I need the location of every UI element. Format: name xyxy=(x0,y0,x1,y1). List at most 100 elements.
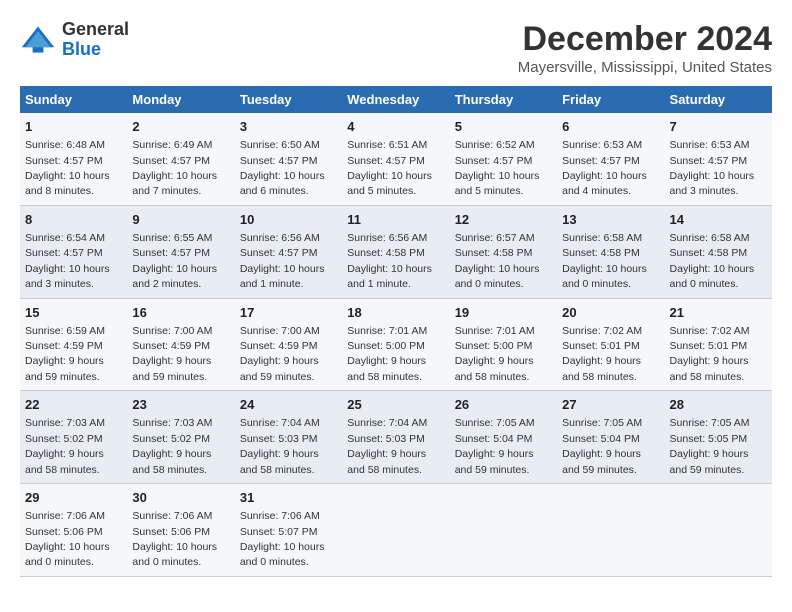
day-number: 17 xyxy=(240,304,337,322)
daylight-text: Daylight: 10 hours and 3 minutes. xyxy=(25,263,110,290)
sunset-text: Sunset: 4:59 PM xyxy=(132,340,210,352)
calendar-cell: 21Sunrise: 7:02 AMSunset: 5:01 PMDayligh… xyxy=(665,298,772,391)
logo-text: General Blue xyxy=(62,20,129,60)
sunset-text: Sunset: 4:57 PM xyxy=(240,247,318,259)
sunset-text: Sunset: 4:58 PM xyxy=(562,247,640,259)
daylight-text: Daylight: 10 hours and 0 minutes. xyxy=(670,263,755,290)
calendar-cell: 22Sunrise: 7:03 AMSunset: 5:02 PMDayligh… xyxy=(20,391,127,484)
calendar-cell: 29Sunrise: 7:06 AMSunset: 5:06 PMDayligh… xyxy=(20,484,127,577)
day-number: 10 xyxy=(240,211,337,229)
sunrise-text: Sunrise: 6:56 AM xyxy=(347,232,427,244)
calendar-cell: 19Sunrise: 7:01 AMSunset: 5:00 PMDayligh… xyxy=(450,298,557,391)
sunrise-text: Sunrise: 6:52 AM xyxy=(455,139,535,151)
weekday-header: Thursday xyxy=(450,86,557,113)
logo-icon xyxy=(20,22,56,58)
daylight-text: Daylight: 10 hours and 0 minutes. xyxy=(25,541,110,568)
calendar-week-row: 22Sunrise: 7:03 AMSunset: 5:02 PMDayligh… xyxy=(20,391,772,484)
day-number: 14 xyxy=(670,211,767,229)
calendar-cell xyxy=(665,484,772,577)
calendar-cell: 26Sunrise: 7:05 AMSunset: 5:04 PMDayligh… xyxy=(450,391,557,484)
sunset-text: Sunset: 5:05 PM xyxy=(670,433,748,445)
daylight-text: Daylight: 10 hours and 0 minutes. xyxy=(562,263,647,290)
day-number: 4 xyxy=(347,118,444,136)
day-number: 22 xyxy=(25,396,122,414)
sunset-text: Sunset: 4:57 PM xyxy=(25,247,103,259)
sunrise-text: Sunrise: 6:50 AM xyxy=(240,139,320,151)
day-number: 20 xyxy=(562,304,659,322)
daylight-text: Daylight: 9 hours and 59 minutes. xyxy=(670,448,749,475)
sunrise-text: Sunrise: 7:05 AM xyxy=(670,417,750,429)
daylight-text: Daylight: 9 hours and 59 minutes. xyxy=(25,355,104,382)
calendar-cell: 7Sunrise: 6:53 AMSunset: 4:57 PMDaylight… xyxy=(665,113,772,205)
day-number: 31 xyxy=(240,489,337,507)
daylight-text: Daylight: 10 hours and 1 minute. xyxy=(240,263,325,290)
sunrise-text: Sunrise: 6:59 AM xyxy=(25,325,105,337)
calendar-cell xyxy=(450,484,557,577)
sunset-text: Sunset: 5:03 PM xyxy=(240,433,318,445)
calendar-cell: 4Sunrise: 6:51 AMSunset: 4:57 PMDaylight… xyxy=(342,113,449,205)
daylight-text: Daylight: 10 hours and 6 minutes. xyxy=(240,170,325,197)
sunset-text: Sunset: 4:57 PM xyxy=(670,155,748,167)
calendar-cell: 17Sunrise: 7:00 AMSunset: 4:59 PMDayligh… xyxy=(235,298,342,391)
daylight-text: Daylight: 9 hours and 59 minutes. xyxy=(455,448,534,475)
calendar-header-row: SundayMondayTuesdayWednesdayThursdayFrid… xyxy=(20,86,772,113)
sunrise-text: Sunrise: 6:48 AM xyxy=(25,139,105,151)
daylight-text: Daylight: 10 hours and 5 minutes. xyxy=(455,170,540,197)
sunrise-text: Sunrise: 7:04 AM xyxy=(240,417,320,429)
sunrise-text: Sunrise: 7:06 AM xyxy=(132,510,212,522)
daylight-text: Daylight: 9 hours and 59 minutes. xyxy=(240,355,319,382)
calendar-cell: 2Sunrise: 6:49 AMSunset: 4:57 PMDaylight… xyxy=(127,113,234,205)
logo: General Blue xyxy=(20,20,129,60)
sunrise-text: Sunrise: 6:51 AM xyxy=(347,139,427,151)
day-number: 29 xyxy=(25,489,122,507)
sunrise-text: Sunrise: 6:55 AM xyxy=(132,232,212,244)
day-number: 16 xyxy=(132,304,229,322)
calendar-cell: 1Sunrise: 6:48 AMSunset: 4:57 PMDaylight… xyxy=(20,113,127,205)
daylight-text: Daylight: 10 hours and 0 minutes. xyxy=(240,541,325,568)
sunset-text: Sunset: 4:59 PM xyxy=(25,340,103,352)
sunrise-text: Sunrise: 6:53 AM xyxy=(562,139,642,151)
calendar-cell: 25Sunrise: 7:04 AMSunset: 5:03 PMDayligh… xyxy=(342,391,449,484)
sunset-text: Sunset: 5:00 PM xyxy=(347,340,425,352)
calendar-cell: 28Sunrise: 7:05 AMSunset: 5:05 PMDayligh… xyxy=(665,391,772,484)
sunrise-text: Sunrise: 7:06 AM xyxy=(240,510,320,522)
subtitle: Mayersville, Mississippi, United States xyxy=(518,59,772,76)
daylight-text: Daylight: 9 hours and 58 minutes. xyxy=(455,355,534,382)
calendar-cell: 12Sunrise: 6:57 AMSunset: 4:58 PMDayligh… xyxy=(450,205,557,298)
sunrise-text: Sunrise: 7:05 AM xyxy=(562,417,642,429)
sunrise-text: Sunrise: 6:49 AM xyxy=(132,139,212,151)
day-number: 11 xyxy=(347,211,444,229)
sunrise-text: Sunrise: 6:57 AM xyxy=(455,232,535,244)
sunset-text: Sunset: 5:04 PM xyxy=(455,433,533,445)
sunrise-text: Sunrise: 7:03 AM xyxy=(132,417,212,429)
day-number: 13 xyxy=(562,211,659,229)
calendar-cell xyxy=(557,484,664,577)
sunrise-text: Sunrise: 7:03 AM xyxy=(25,417,105,429)
weekday-header: Saturday xyxy=(665,86,772,113)
day-number: 6 xyxy=(562,118,659,136)
calendar-cell: 14Sunrise: 6:58 AMSunset: 4:58 PMDayligh… xyxy=(665,205,772,298)
calendar-cell: 10Sunrise: 6:56 AMSunset: 4:57 PMDayligh… xyxy=(235,205,342,298)
sunrise-text: Sunrise: 7:01 AM xyxy=(347,325,427,337)
calendar-cell: 5Sunrise: 6:52 AMSunset: 4:57 PMDaylight… xyxy=(450,113,557,205)
daylight-text: Daylight: 10 hours and 0 minutes. xyxy=(455,263,540,290)
daylight-text: Daylight: 9 hours and 58 minutes. xyxy=(240,448,319,475)
day-number: 2 xyxy=(132,118,229,136)
day-number: 26 xyxy=(455,396,552,414)
daylight-text: Daylight: 9 hours and 58 minutes. xyxy=(347,355,426,382)
calendar-cell: 18Sunrise: 7:01 AMSunset: 5:00 PMDayligh… xyxy=(342,298,449,391)
sunrise-text: Sunrise: 6:54 AM xyxy=(25,232,105,244)
sunrise-text: Sunrise: 7:00 AM xyxy=(132,325,212,337)
calendar-cell: 8Sunrise: 6:54 AMSunset: 4:57 PMDaylight… xyxy=(20,205,127,298)
sunrise-text: Sunrise: 7:00 AM xyxy=(240,325,320,337)
main-title: December 2024 xyxy=(518,20,772,59)
sunrise-text: Sunrise: 6:58 AM xyxy=(670,232,750,244)
day-number: 7 xyxy=(670,118,767,136)
daylight-text: Daylight: 9 hours and 58 minutes. xyxy=(132,448,211,475)
sunset-text: Sunset: 5:01 PM xyxy=(562,340,640,352)
calendar-cell xyxy=(342,484,449,577)
daylight-text: Daylight: 10 hours and 1 minute. xyxy=(347,263,432,290)
day-number: 23 xyxy=(132,396,229,414)
daylight-text: Daylight: 10 hours and 3 minutes. xyxy=(670,170,755,197)
calendar-cell: 16Sunrise: 7:00 AMSunset: 4:59 PMDayligh… xyxy=(127,298,234,391)
